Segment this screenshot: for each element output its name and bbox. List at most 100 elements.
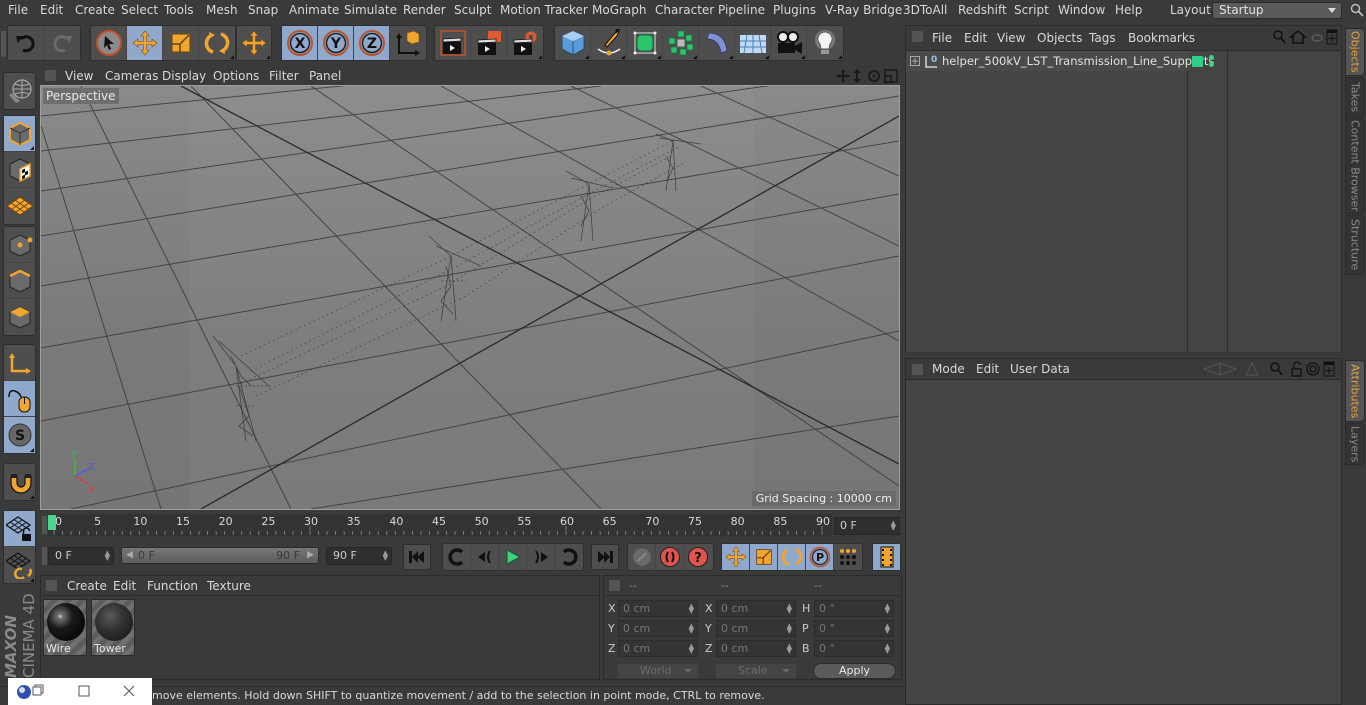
layer-color-swatch[interactable] — [1192, 56, 1203, 67]
menu-edit[interactable]: Edit — [40, 3, 63, 17]
menu-create[interactable]: Create — [75, 3, 115, 17]
viewport-menu-filter[interactable]: Filter — [269, 69, 299, 83]
texture-mode-button[interactable] — [4, 152, 35, 188]
record-keys-disabled-button[interactable] — [628, 544, 656, 570]
next-keyframe-button[interactable] — [555, 544, 583, 570]
maximize-icon[interactable] — [78, 685, 90, 697]
lock-workplane-button[interactable] — [4, 511, 35, 547]
range-right-arrow-icon[interactable]: ▶ — [307, 550, 314, 560]
search-icon[interactable] — [1270, 362, 1283, 376]
viewport-menu-view[interactable]: View — [65, 69, 93, 83]
move-button[interactable] — [127, 26, 163, 60]
spinner-icon[interactable]: ▲ ▼ — [383, 550, 388, 562]
next-frame-button[interactable] — [527, 544, 555, 570]
timeline-button[interactable] — [873, 544, 900, 570]
add-cube-button[interactable] — [555, 26, 591, 60]
autokeying-button[interactable] — [656, 544, 684, 570]
recent-tools-button[interactable] — [237, 26, 271, 60]
play-button[interactable] — [499, 544, 527, 570]
objects-menu-file[interactable]: File — [932, 31, 952, 45]
size-y-field[interactable]: 0 cm ▲ ▼ — [716, 620, 796, 637]
render-picture-viewer-button[interactable] — [471, 26, 507, 60]
render-settings-button[interactable] — [507, 26, 543, 60]
back-forward-icon[interactable] — [1202, 362, 1238, 376]
timeline[interactable]: 0 5 10 15 20 25 30 35 40 45 50 55 60 65 70 75 80 85 90 — [40, 512, 902, 538]
current-frame-field[interactable]: 0 F ▲ ▼ — [834, 517, 900, 535]
lock-icon[interactable] — [1291, 361, 1302, 377]
tab-takes[interactable]: Takes — [1345, 77, 1365, 117]
objects-menu-bookmarks[interactable]: Bookmarks — [1128, 31, 1195, 45]
viewport-zoom-icon[interactable] — [853, 69, 861, 83]
viewport-pan-icon[interactable] — [836, 69, 850, 83]
menu-sculpt[interactable]: Sculpt — [454, 3, 491, 17]
menu-script[interactable]: Script — [1014, 3, 1049, 17]
menu-window[interactable]: Window — [1058, 3, 1105, 17]
scale-button[interactable] — [163, 26, 199, 60]
menu-3dtoall[interactable]: 3DToAll — [903, 3, 947, 17]
y-axis-lock-button[interactable]: Y — [318, 26, 354, 60]
model-mode-button[interactable] — [4, 116, 35, 152]
previous-keyframe-button[interactable] — [443, 544, 471, 570]
add-deformer-button[interactable] — [699, 26, 735, 60]
menu-snap[interactable]: Snap — [248, 3, 278, 17]
tab-layers[interactable]: Layers — [1345, 423, 1365, 465]
add-cloner-button[interactable] — [663, 26, 699, 60]
add-floor-button[interactable] — [735, 26, 771, 60]
viewport-menu-panel[interactable]: Panel — [309, 69, 341, 83]
size-mode-dropdown[interactable]: Scale — [715, 663, 797, 679]
z-axis-lock-button[interactable]: Z — [354, 26, 390, 60]
viewport-menu-display[interactable]: Display — [162, 69, 206, 83]
menu-character[interactable]: Character — [655, 3, 714, 17]
edges-mode-button[interactable] — [4, 263, 35, 299]
viewport-maximize-icon[interactable] — [884, 69, 898, 83]
key-scale-button[interactable] — [750, 544, 778, 570]
objects-menu-objects[interactable]: Objects — [1037, 31, 1082, 45]
coordinate-space-dropdown[interactable]: World — [617, 663, 699, 679]
range-left-arrow-icon[interactable]: ◀ — [126, 550, 133, 560]
editor-visibility-dot[interactable] — [1209, 55, 1214, 60]
menu-animate[interactable]: Animate — [289, 3, 339, 17]
position-y-field[interactable]: 0 cm ▲ ▼ — [618, 620, 698, 637]
material-menu-texture[interactable]: Texture — [207, 579, 251, 593]
panel-grip[interactable] — [912, 364, 923, 375]
material-swatch-wire[interactable]: Wire — [43, 599, 87, 656]
menu-tools[interactable]: Tools — [164, 3, 194, 17]
render-visibility-dot[interactable] — [1209, 62, 1214, 67]
make-editable-button[interactable] — [4, 73, 35, 109]
key-parameter-button[interactable]: P — [806, 544, 834, 570]
tweak-mode-button[interactable] — [4, 381, 35, 417]
polygons-mode-button[interactable] — [4, 299, 35, 335]
viewport-rotate-icon[interactable] — [868, 70, 880, 82]
viewport-menu-cameras[interactable]: Cameras — [105, 69, 158, 83]
axis-mode-button[interactable] — [4, 345, 35, 381]
go-to-start-button[interactable] — [403, 544, 431, 570]
key-position-button[interactable] — [722, 544, 750, 570]
panel-grip[interactable] — [45, 70, 56, 81]
material-menu-function[interactable]: Function — [147, 579, 198, 593]
objects-menu-edit[interactable]: Edit — [964, 31, 987, 45]
material-menu-create[interactable]: Create — [67, 579, 107, 593]
close-icon[interactable] — [123, 685, 135, 697]
keyframe-selection-button[interactable]: ? — [684, 544, 712, 570]
frame-range-slider[interactable]: ◀ 0 F 90 F ▶ — [121, 547, 319, 564]
position-x-field[interactable]: 0 cm ▲ ▼ — [618, 600, 698, 617]
attributes-menu-edit[interactable]: Edit — [976, 362, 999, 376]
size-z-field[interactable]: 0 cm ▲ ▼ — [716, 640, 796, 657]
redo-button[interactable] — [44, 26, 80, 60]
menu-simulate[interactable]: Simulate — [344, 3, 397, 17]
add-spline-button[interactable] — [591, 26, 627, 60]
panel-grip[interactable] — [912, 31, 923, 42]
cinema4d-app-icon[interactable] — [16, 684, 32, 700]
rotation-p-field[interactable]: 0 ° ▲ ▼ — [814, 620, 894, 637]
add-camera-button[interactable] — [771, 26, 807, 60]
search-icon[interactable] — [1273, 30, 1286, 44]
menu-mograph[interactable]: MoGraph — [592, 3, 647, 17]
menu-redshift[interactable]: Redshift — [958, 3, 1007, 17]
menu-file[interactable]: File — [8, 3, 28, 17]
target-icon[interactable] — [1306, 362, 1320, 376]
start-frame-field[interactable]: 0 F ▲ ▼ — [48, 547, 114, 565]
view-toggle-icon[interactable] — [1311, 34, 1323, 42]
key-point-level-button[interactable] — [834, 544, 862, 570]
toolbar-grip[interactable] — [1, 31, 6, 57]
menu-motion-tracker[interactable]: Motion Tracker — [500, 3, 588, 17]
